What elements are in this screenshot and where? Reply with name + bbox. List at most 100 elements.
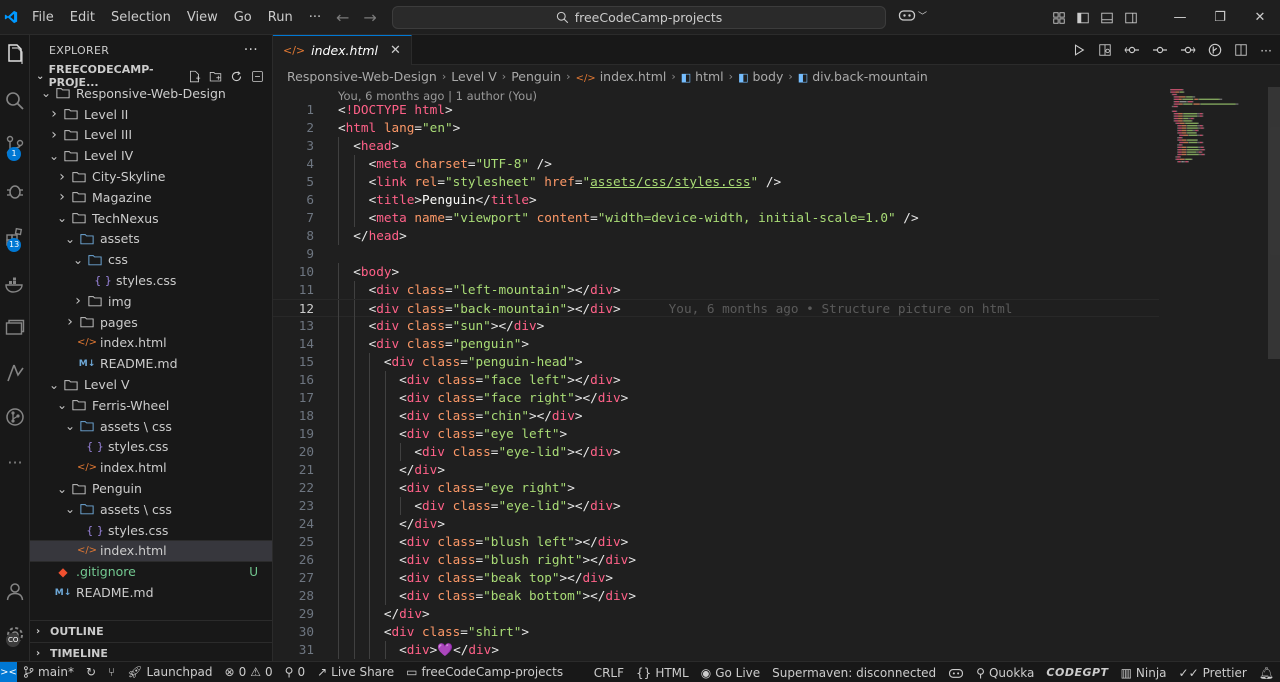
tree-item[interactable]: ⌄ Penguin [30, 478, 272, 499]
explorer-icon[interactable] [0, 43, 30, 65]
prettier-status[interactable]: ✓✓ Prettier [1173, 666, 1253, 680]
supermaven-status[interactable]: Supermaven: disconnected [766, 666, 942, 680]
code-line[interactable]: 25 <div class="blush left"></div> [273, 533, 1280, 551]
quokka-status[interactable]: ⚲ Quokka [970, 666, 1040, 680]
collapse-all-icon[interactable] [251, 70, 264, 83]
source-control-icon[interactable]: 1 [0, 135, 30, 161]
account-icon[interactable] [0, 581, 30, 601]
git-commit-icon[interactable] [1152, 43, 1168, 57]
tree-item[interactable]: ⌄ Level IV [30, 145, 272, 166]
tab-index-html[interactable]: </> index.html ✕ [273, 35, 412, 65]
tree-item[interactable]: ⌄ Ferris-Wheel [30, 395, 272, 416]
menu-view[interactable]: View [179, 0, 226, 35]
remote-indicator-icon[interactable]: >< [0, 661, 17, 682]
manage-gear-icon[interactable]: CO [0, 625, 30, 647]
tree-item[interactable]: ⌄ assets [30, 229, 272, 250]
back-arrow-icon[interactable]: ← [336, 8, 349, 27]
new-folder-icon[interactable] [209, 70, 222, 83]
notifications-status[interactable]: 🔔︎ [1253, 666, 1280, 680]
search-activity-icon[interactable] [0, 91, 30, 111]
ninja-status[interactable]: ▥ Ninja [1115, 666, 1173, 680]
gitlens-icon[interactable] [0, 363, 30, 383]
gitlens-inspect-icon[interactable] [1208, 43, 1222, 57]
outline-section-header[interactable]: › OUTLINE [30, 620, 272, 642]
menu-go[interactable]: Go [226, 0, 260, 35]
code-line[interactable]: 2 <html lang="en"> [273, 119, 1280, 137]
close-window-icon[interactable]: ✕ [1240, 10, 1280, 25]
workspace-status[interactable]: ▭ freeCodeCamp-projects [400, 665, 569, 679]
code-line[interactable]: 26 <div class="blush right"></div> [273, 551, 1280, 569]
code-line[interactable]: 18 <div class="chin"></div> [273, 407, 1280, 425]
launchpad-status[interactable]: 🚀︎ Launchpad [121, 665, 218, 679]
tree-item[interactable]: </> index.html [30, 333, 272, 354]
code-line[interactable]: 1 <!DOCTYPE html> [273, 101, 1280, 119]
breadcrumb-item[interactable]: </> index.html [576, 69, 667, 84]
tree-item[interactable]: ⌄ Responsive-Web-Design [30, 83, 272, 104]
close-tab-icon[interactable]: ✕ [390, 43, 401, 58]
copilot-menu[interactable]: ﹀ [898, 8, 927, 22]
customize-layout-icon[interactable] [1052, 11, 1066, 25]
more-actions-icon[interactable]: ··· [1260, 43, 1272, 58]
run-debug-icon[interactable] [0, 181, 30, 201]
tree-item[interactable]: › img [30, 291, 272, 312]
code-line[interactable]: 31 <div>💜</div> [273, 641, 1280, 659]
code-line[interactable]: 24 </div> [273, 515, 1280, 533]
live-share-status[interactable]: ↗ Live Share [311, 665, 400, 679]
run-icon[interactable] [1072, 43, 1086, 57]
code-line[interactable]: 17 <div class="face right"></div> [273, 389, 1280, 407]
code-editor[interactable]: 1 <!DOCTYPE html> 2 <html lang="en"> 3 <head… [273, 101, 1280, 659]
code-line[interactable]: 30 <div class="shirt"> [273, 623, 1280, 641]
code-line[interactable]: 12 <div class="back-mountain"></div> You,… [273, 299, 1159, 318]
code-line[interactable]: 13 <div class="sun"></div> [273, 317, 1280, 335]
code-line[interactable]: 11 <div class="left-mountain"></div> [273, 281, 1280, 299]
breadcrumb-item[interactable]: ◧ html [681, 69, 724, 84]
git-compare-icon[interactable] [1124, 43, 1140, 57]
tree-item[interactable]: › City-Skyline [30, 166, 272, 187]
toggle-panel-icon[interactable] [1100, 11, 1114, 25]
remote-explorer-icon[interactable] [0, 319, 30, 337]
code-line[interactable]: 5 <link rel="stylesheet" href="assets/cs… [273, 173, 1280, 191]
tree-item[interactable]: { } styles.css [30, 270, 272, 291]
pull-requests-status[interactable]: ⑂ [102, 665, 121, 679]
problems-status[interactable]: ⊗ 0 ⚠ 0 [219, 665, 279, 679]
git-graph-icon[interactable] [0, 407, 30, 427]
code-line[interactable]: 22 <div class="eye right"> [273, 479, 1280, 497]
sync-status[interactable]: ↻ [80, 665, 102, 679]
tree-item[interactable]: { } styles.css [30, 520, 272, 541]
new-file-icon[interactable] [188, 70, 201, 83]
tree-item[interactable]: › Level II [30, 104, 272, 125]
tree-item[interactable]: M↓ README.md [30, 582, 272, 603]
refresh-icon[interactable] [230, 70, 243, 83]
tree-item[interactable]: ⌄ Level V [30, 374, 272, 395]
code-line[interactable]: 6 <title>Penguin</title> [273, 191, 1280, 209]
restore-icon[interactable]: ❐ [1200, 10, 1240, 25]
ports-status[interactable]: ⚲ 0 [279, 665, 311, 679]
code-line[interactable]: 10 <body> [273, 263, 1280, 281]
code-line[interactable]: 4 <meta charset="UTF-8" /> [273, 155, 1280, 173]
vertical-scrollbar[interactable] [1268, 87, 1280, 359]
breadcrumb-item[interactable]: Penguin [511, 69, 561, 84]
tree-item[interactable]: ⌄ assets \ css [30, 416, 272, 437]
menu-edit[interactable]: Edit [62, 0, 103, 35]
code-line[interactable]: 16 <div class="face left"></div> [273, 371, 1280, 389]
menu-run[interactable]: Run [260, 0, 301, 35]
breadcrumb-item[interactable]: ◧ body [738, 69, 783, 84]
breadcrumb-item[interactable]: Level V [451, 69, 497, 84]
breadcrumb-item[interactable]: Responsive-Web-Design [287, 69, 437, 84]
code-line[interactable]: 8 </head> [273, 227, 1280, 245]
tree-item[interactable]: M↓ README.md [30, 353, 272, 374]
git-next-icon[interactable] [1180, 43, 1196, 57]
split-editor-icon[interactable] [1234, 43, 1248, 57]
breadcrumb-item[interactable]: ◧ div.back-mountain [798, 69, 928, 84]
copilot-status-icon[interactable] [942, 667, 970, 679]
minimize-icon[interactable]: — [1160, 10, 1200, 25]
code-line[interactable]: 15 <div class="penguin-head"> [273, 353, 1280, 371]
code-line[interactable]: 29 </div> [273, 605, 1280, 623]
open-preview-icon[interactable] [1098, 43, 1112, 57]
timeline-section-header[interactable]: › TIMELINE [30, 642, 272, 661]
code-line[interactable]: 28 <div class="beak bottom"></div> [273, 587, 1280, 605]
docker-icon[interactable] [0, 277, 30, 293]
tree-item[interactable]: { } styles.css [30, 437, 272, 458]
toggle-primary-sidebar-icon[interactable] [1076, 11, 1090, 25]
forward-arrow-icon[interactable]: → [363, 8, 376, 27]
